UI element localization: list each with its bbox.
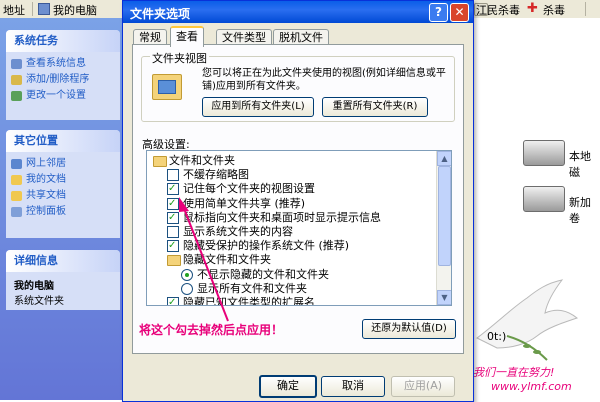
view-system-info-link[interactable]: 查看系统信息 [6, 56, 120, 72]
address-label: 地址 [3, 4, 25, 17]
details-desc: 系统文件夹 [14, 296, 64, 307]
watermark-url: www.ylmf.com [491, 380, 572, 393]
details-panel: 详细信息 我的电脑 系统文件夹 [6, 250, 120, 310]
details-title[interactable]: 详细信息 [6, 250, 120, 272]
tab-view[interactable]: 查看 [170, 26, 204, 47]
other-places-title[interactable]: 其它位置 [6, 130, 120, 152]
other-places-panel: 其它位置 网上邻居 我的文档 共享文档 控制面板 [6, 130, 120, 238]
add-remove-icon [11, 75, 22, 85]
drive-label[interactable]: 新加卷 [569, 194, 600, 226]
shared-documents-link[interactable]: 共享文档 [6, 188, 120, 204]
system-tasks-title[interactable]: 系统任务 [6, 30, 120, 52]
details-name: 我的电脑 [14, 281, 54, 292]
cross-icon: ✚ [527, 1, 538, 16]
annotation-arrow-icon [179, 197, 229, 322]
control-panel-link[interactable]: 控制面板 [6, 204, 120, 220]
add-remove-programs-link[interactable]: 添加/删除程序 [6, 72, 120, 88]
folder-icon [11, 175, 22, 185]
change-setting-link[interactable]: 更改一个设置 [6, 88, 120, 104]
kill-virus-button[interactable]: 杀毒 [543, 2, 565, 18]
control-icon [11, 91, 22, 101]
network-places-link[interactable]: 网上邻居 [6, 156, 120, 172]
drive-label[interactable]: 本地磁 [569, 148, 600, 180]
cancel-button[interactable]: 取消 [321, 376, 385, 397]
toolbar-divider [32, 2, 33, 16]
computer-icon [38, 3, 50, 15]
folder-options-dialog: 文件夹选项 ? ✕ 常规 查看 文件类型 脱机文件 文件夹视图 您可以将正在为此… [122, 0, 474, 402]
jiangmin-button[interactable]: 江民杀毒 [476, 2, 520, 18]
control-panel-icon [11, 207, 22, 217]
toolbar-divider [585, 2, 586, 16]
hard-drive-icon[interactable] [523, 186, 565, 212]
apply-button[interactable]: 应用(A) [391, 376, 455, 397]
hard-drive-icon[interactable] [523, 140, 565, 166]
watermark-line: 我们一直在努力! [473, 366, 555, 379]
file-view: 本地磁 新加卷 0t:) 我们一直在努力! www.ylmf.com [465, 18, 600, 400]
network-icon [11, 159, 22, 169]
ok-button[interactable]: 确定 [259, 375, 317, 398]
task-pane: 系统任务 查看系统信息 添加/删除程序 更改一个设置 其它位置 网上邻居 我的文… [0, 18, 128, 400]
shared-folder-icon [11, 191, 22, 201]
my-documents-link[interactable]: 我的文档 [6, 172, 120, 188]
dove-icon [476, 279, 579, 361]
partial-text: 0t:) [487, 330, 507, 343]
system-tasks-panel: 系统任务 查看系统信息 添加/删除程序 更改一个设置 [6, 30, 120, 120]
system-info-icon [11, 59, 22, 69]
address-value[interactable]: 我的电脑 [53, 2, 97, 18]
